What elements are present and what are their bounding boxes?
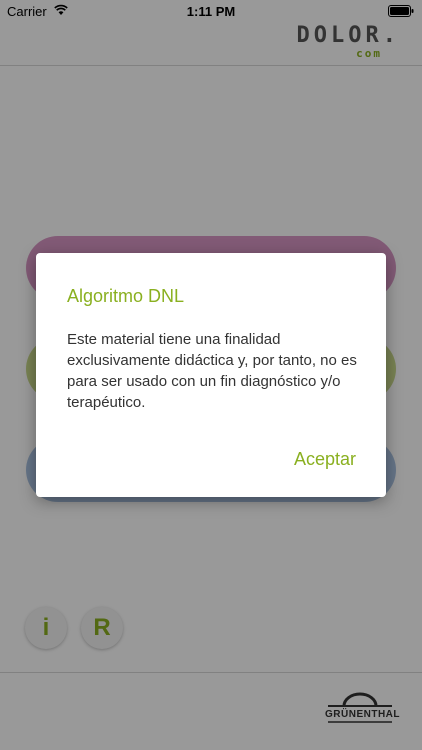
accept-button[interactable]: Aceptar (294, 449, 356, 470)
dialog-message: Este material tiene una finalidad exclus… (67, 331, 357, 411)
disclaimer-dialog: Algoritmo DNL Este material tiene una fi… (36, 253, 386, 497)
dialog-title: Algoritmo DNL (67, 286, 185, 306)
